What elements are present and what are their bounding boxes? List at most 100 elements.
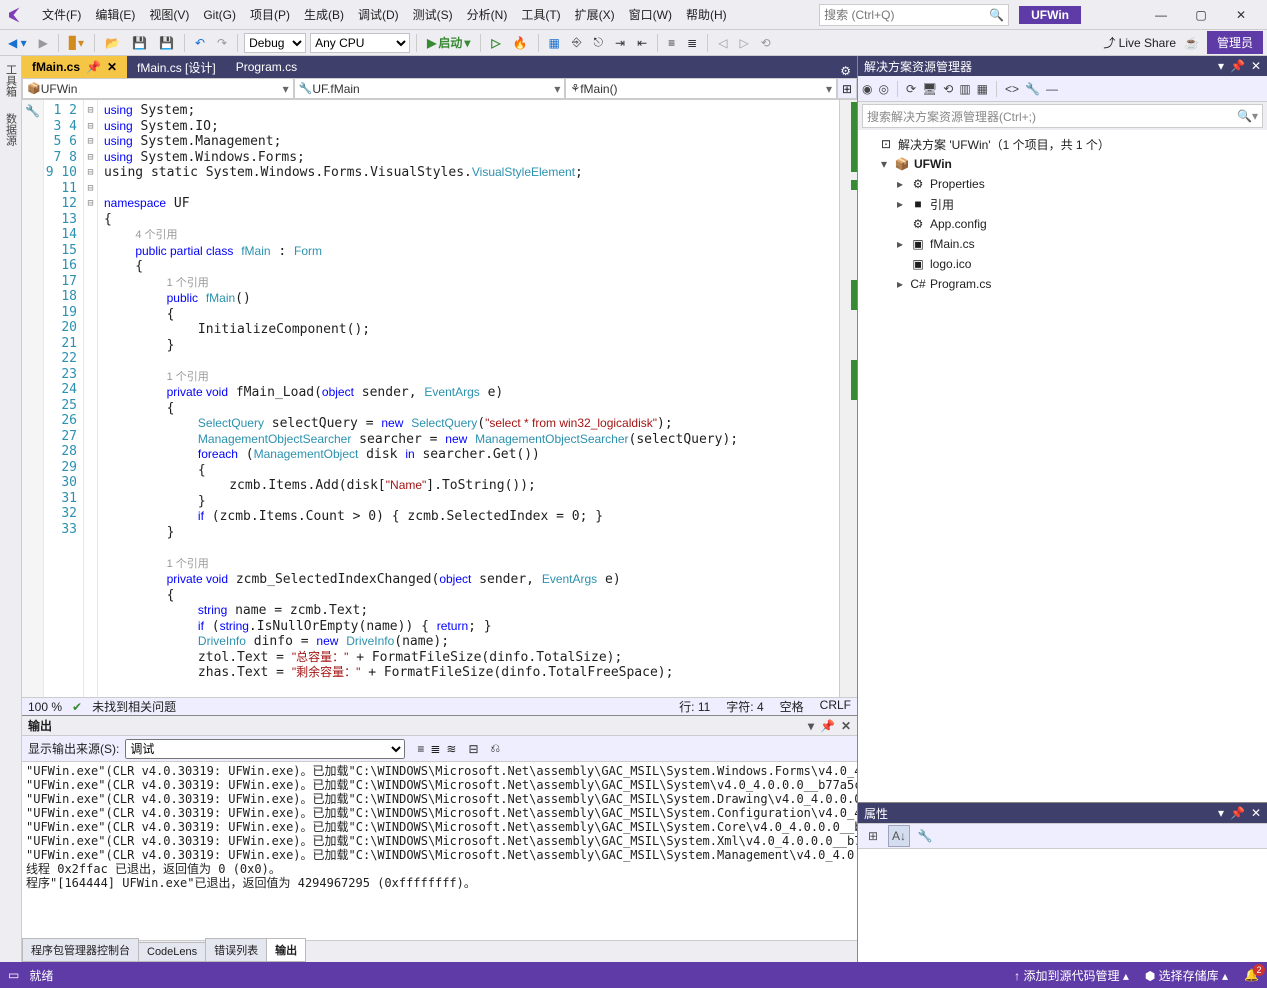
- notifications-icon[interactable]: 🔔2: [1244, 968, 1259, 982]
- zoom-level[interactable]: 100 %: [28, 700, 62, 714]
- menu-item[interactable]: 调试(D): [352, 4, 405, 25]
- output-tb-4[interactable]: ⊟: [468, 742, 478, 756]
- save-icon[interactable]: 💾: [128, 34, 151, 52]
- tree-node[interactable]: ▣logo.ico: [862, 254, 1263, 274]
- output-tb-5[interactable]: ⎌: [491, 741, 501, 756]
- tree-node[interactable]: ▸■引用: [862, 194, 1263, 214]
- output-tb-2[interactable]: ≣: [430, 742, 440, 756]
- sln-tool-10[interactable]: —: [1046, 82, 1058, 96]
- tb-icon-3[interactable]: ⎋: [590, 33, 608, 52]
- tree-node[interactable]: ▸▣fMain.cs: [862, 234, 1263, 254]
- minimize-button[interactable]: —: [1141, 1, 1181, 29]
- close-button[interactable]: ✕: [1221, 1, 1261, 29]
- undo-icon[interactable]: ↶: [191, 34, 209, 52]
- tree-node[interactable]: ⚙App.config: [862, 214, 1263, 234]
- menu-item[interactable]: 编辑(E): [89, 4, 141, 25]
- solution-search-input[interactable]: 搜索解决方案资源管理器(Ctrl+;)🔍▾: [862, 104, 1263, 128]
- sln-tool-6[interactable]: ▥: [959, 82, 970, 96]
- output-tb-1[interactable]: ≡: [417, 742, 424, 756]
- output-dropdown-icon[interactable]: ▾: [808, 719, 814, 733]
- menu-item[interactable]: 分析(N): [461, 4, 514, 25]
- code-area[interactable]: using System; using System.IO; using Sys…: [98, 100, 839, 697]
- tb-icon-9[interactable]: ▷: [735, 34, 752, 52]
- forward-button[interactable]: ▶: [35, 34, 52, 52]
- tb-icon-4[interactable]: ⇥: [611, 34, 629, 52]
- output-pin-icon[interactable]: 📌: [820, 719, 835, 733]
- document-tab[interactable]: Program.cs: [226, 56, 307, 78]
- props-alpha-icon[interactable]: A↓: [888, 825, 910, 847]
- output-panel: 输出▾📌✕ 显示输出来源(S): 调试 ≡≣≋ ⊟ ⎌ "UFWin.exe"(…: [22, 715, 857, 940]
- maximize-button[interactable]: ▢: [1181, 1, 1221, 29]
- menu-item[interactable]: 帮助(H): [680, 4, 733, 25]
- code-editor[interactable]: 🔧 1 2 3 4 5 6 7 8 9 10 11 12 13 14 15 16…: [22, 100, 857, 697]
- tb-icon-10[interactable]: ⟲: [757, 34, 775, 52]
- nav-class-select[interactable]: 🔧 UF.fMain▾: [294, 78, 566, 99]
- menu-item[interactable]: 测试(S): [407, 4, 459, 25]
- menu-item[interactable]: 文件(F): [36, 4, 87, 25]
- sln-tool-5[interactable]: ⟲: [943, 82, 953, 96]
- datasource-tab[interactable]: 数据源: [1, 109, 21, 150]
- start-no-debug-button[interactable]: ▷: [487, 34, 504, 52]
- global-search-input[interactable]: 搜索 (Ctrl+Q)🔍: [819, 4, 1009, 26]
- tb-icon-8[interactable]: ◁: [714, 34, 731, 52]
- live-share-button[interactable]: ⤴ Live Share: [1103, 34, 1176, 51]
- bottom-tab[interactable]: 输出: [266, 938, 306, 962]
- menu-item[interactable]: 视图(V): [143, 4, 195, 25]
- hot-reload-icon[interactable]: 🔥: [509, 34, 532, 52]
- tb-icon-6[interactable]: ≡: [664, 34, 679, 52]
- tab-gear-icon[interactable]: ⚙: [834, 64, 857, 78]
- vertical-scrollbar[interactable]: [839, 100, 857, 697]
- sln-tool-8[interactable]: <>: [1005, 82, 1019, 96]
- document-tab[interactable]: fMain.cs 📌 ✕: [22, 56, 127, 78]
- tb-icon-5[interactable]: ⇤: [633, 34, 651, 52]
- select-repo[interactable]: ⬢ 选择存储库 ▴: [1145, 967, 1228, 984]
- sln-tool-9[interactable]: 🔧: [1025, 82, 1040, 96]
- tree-node[interactable]: ⊡解决方案 'UFWin'（1 个项目，共 1 个）: [862, 134, 1263, 154]
- bottom-tab[interactable]: 程序包管理器控制台: [22, 938, 139, 962]
- feedback-icon[interactable]: ☕: [1184, 36, 1199, 50]
- tree-node[interactable]: ▸C#Program.cs: [862, 274, 1263, 294]
- nav-split-button[interactable]: ⊞: [837, 78, 857, 99]
- document-tab[interactable]: fMain.cs [设计]: [127, 56, 226, 78]
- tree-node[interactable]: ▾📦UFWin: [862, 154, 1263, 174]
- back-button[interactable]: ◀ ▾: [4, 34, 31, 52]
- output-icon[interactable]: ▭: [8, 968, 19, 982]
- nav-project-select[interactable]: 📦 UFWin▾: [22, 78, 294, 99]
- menu-item[interactable]: 窗口(W): [623, 4, 678, 25]
- output-source-select[interactable]: 调试: [125, 739, 405, 759]
- sln-tool-7[interactable]: ▦: [977, 82, 988, 96]
- platform-select[interactable]: Any CPU: [310, 33, 410, 53]
- sln-tool-4[interactable]: 🖥: [922, 82, 937, 96]
- pin-icon[interactable]: 📌: [86, 60, 101, 74]
- add-source-control[interactable]: ↑ 添加到源代码管理 ▴: [1014, 967, 1129, 984]
- toolbox-tab[interactable]: 工具箱: [1, 60, 21, 101]
- sln-tool-2[interactable]: ◎: [878, 82, 888, 96]
- open-icon[interactable]: 📂: [101, 34, 124, 52]
- output-text[interactable]: "UFWin.exe"(CLR v4.0.30319: UFWin.exe)。已…: [22, 762, 857, 940]
- bottom-tab[interactable]: CodeLens: [138, 942, 206, 962]
- menu-item[interactable]: Git(G): [197, 6, 242, 24]
- config-select[interactable]: Debug: [244, 33, 306, 53]
- menu-item[interactable]: 生成(B): [298, 4, 350, 25]
- solution-tree[interactable]: ⊡解决方案 'UFWin'（1 个项目，共 1 个）▾📦UFWin▸⚙Prope…: [858, 130, 1267, 802]
- start-button[interactable]: ▶ 启动 ▾: [423, 32, 474, 53]
- tb-icon-7[interactable]: ≣: [683, 34, 701, 52]
- props-category-icon[interactable]: ⊞: [862, 825, 884, 847]
- output-close-icon[interactable]: ✕: [841, 719, 851, 733]
- new-button[interactable]: ▊▾: [65, 34, 88, 52]
- sln-tool-3[interactable]: ⟳: [906, 82, 916, 96]
- redo-icon[interactable]: ↷: [213, 34, 231, 52]
- menu-item[interactable]: 工具(T): [515, 4, 566, 25]
- sln-home-icon[interactable]: ◉: [862, 82, 872, 96]
- tb-icon-2[interactable]: ⎆: [568, 33, 586, 52]
- tb-icon-1[interactable]: ▦: [545, 34, 564, 52]
- nav-member-select[interactable]: ⚘ fMain()▾: [565, 78, 837, 99]
- bottom-tab[interactable]: 错误列表: [205, 938, 267, 962]
- tree-node[interactable]: ▸⚙Properties: [862, 174, 1263, 194]
- props-wrench-icon[interactable]: 🔧: [914, 825, 936, 847]
- menu-item[interactable]: 项目(P): [244, 4, 296, 25]
- tab-close-icon[interactable]: ✕: [107, 60, 117, 74]
- save-all-icon[interactable]: 💾: [155, 34, 178, 52]
- output-tb-3[interactable]: ≋: [446, 742, 456, 756]
- menu-item[interactable]: 扩展(X): [569, 4, 621, 25]
